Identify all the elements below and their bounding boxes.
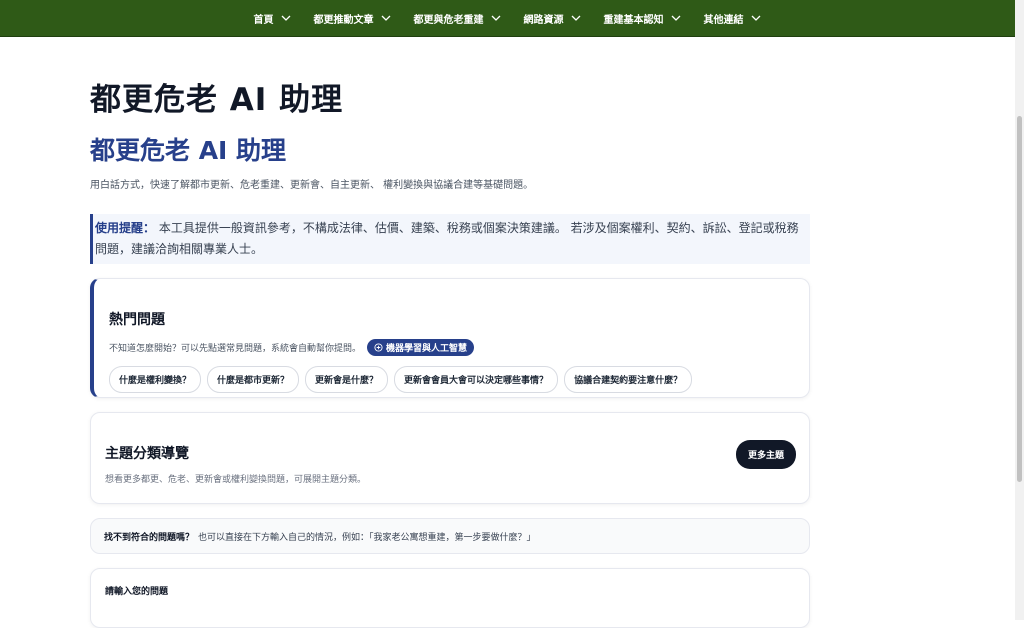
chevron-down-icon [491,15,500,21]
topic-navigation-card: 主題分類導覽 想看更多都更、危老、更新會或權利變換問題，可展開主題分類。 更多主… [90,412,810,504]
assistant-heading: 都更危老 AI 助理 [90,136,287,165]
chevron-down-icon [381,15,390,21]
chevron-down-icon [751,15,760,21]
nav-item-label: 其他連結 [703,14,744,26]
badge-label: 機器學習與人工智慧 [386,344,468,354]
nav-item-home[interactable]: 首頁 [243,0,303,36]
question-chip[interactable]: 協議合建契約要注意什麼？ [564,366,693,393]
top-navigation: 首頁 都更推動文章 都更與危老重建 網路資源 重建基本認知 其他連結 [0,0,1015,37]
question-chip[interactable]: 更新會會員大會可以決定哪些事情？ [394,366,559,393]
hot-questions-list: 什麼是權利變換？ 什麼是都市更新？ 更新會是什麼？ 更新會會員大會可以決定哪些事… [109,366,795,393]
nav-item-label: 首頁 [253,14,274,26]
hot-questions-subtitle: 不知道怎麼開始？可以先點選常見問題，系統會自動幫你提問。 [109,344,362,354]
ml-ai-badge[interactable]: 機器學習與人工智慧 [367,339,475,356]
plus-circle-icon [374,343,383,352]
topic-navigation-subtitle: 想看更多都更、危老、更新會或權利變換問題，可展開主題分類。 [105,475,367,485]
topic-navigation-title: 主題分類導覽 [105,446,189,462]
page-title: 都更危老 AI 助理 [90,82,344,118]
ask-question-card: 請輸入您的問題 [90,568,810,628]
usage-notice: 使用提醒： 本工具提供一般資訊參考，不構成法律、估價、建築、稅務或個案決策建議。… [90,214,810,264]
nav-item-label: 都更與危老重建 [413,14,484,26]
nav-item-label: 都更推動文章 [313,14,374,26]
main-content: 都更危老 AI 助理 都更危老 AI 助理 用白話方式，快速了解都市更新、危老重… [90,36,810,628]
no-match-hint: 找不到符合的問題嗎？ 也可以直接在下方輸入自己的情況，例如：「我家老公寓想重建，… [90,518,810,554]
notice-text: 本工具提供一般資訊參考，不構成法律、估價、建築、稅務或個案決策建議。 若涉及個案… [95,221,799,256]
nav-item-label: 重建基本認知 [603,14,664,26]
nav-item-label: 網路資源 [523,14,564,26]
hot-questions-subtitle-row: 不知道怎麼開始？可以先點選常見問題，系統會自動幫你提問。 機器學習與人工智慧 [109,339,795,356]
hot-questions-title: 熱門問題 [109,312,165,328]
intro-text: 用白話方式，快速了解都市更新、危老重建、更新會、自主更新、 權利變換與協議合建等… [90,180,534,191]
scrollbar-thumb[interactable] [1017,116,1022,482]
ask-question-label: 請輸入您的問題 [105,587,169,597]
question-chip[interactable]: 更新會是什麼？ [305,366,389,393]
question-chip[interactable]: 什麼是權利變換？ [109,366,202,393]
notice-label: 使用提醒： [95,221,156,235]
nav-item-basics[interactable]: 重建基本認知 [593,0,693,36]
nav-item-links[interactable]: 其他連結 [693,0,773,36]
chevron-down-icon [281,15,290,21]
chevron-down-icon [571,15,580,21]
nav-item-renewal[interactable]: 都更與危老重建 [403,0,513,36]
hint-bold: 找不到符合的問題嗎？ [104,532,195,543]
question-chip[interactable]: 什麼是都市更新？ [207,366,300,393]
hint-text: 也可以直接在下方輸入自己的情況，例如：「我家老公寓想重建，第一步要做什麼？」 [198,532,536,543]
chevron-down-icon [671,15,680,21]
hot-questions-card: 熱門問題 不知道怎麼開始？可以先點選常見問題，系統會自動幫你提問。 機器學習與人… [90,278,810,398]
more-topics-button[interactable]: 更多主題 [735,440,796,469]
nav-item-articles[interactable]: 都更推動文章 [303,0,403,36]
scrollbar[interactable] [1015,0,1024,620]
nav-item-resources[interactable]: 網路資源 [513,0,593,36]
